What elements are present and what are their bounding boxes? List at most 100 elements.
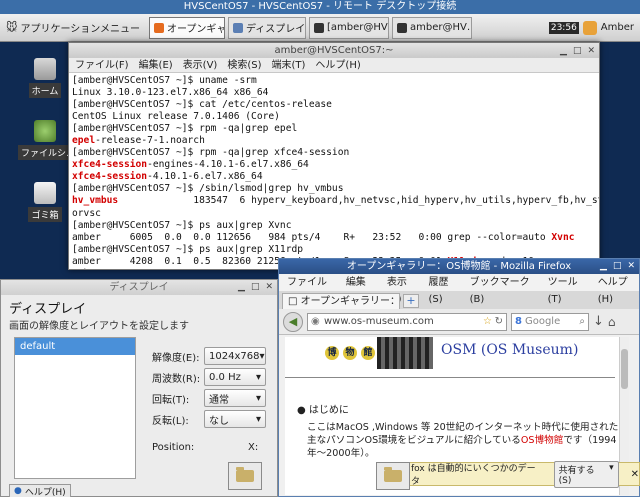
site-title: OSM (OS Museum) [441, 342, 579, 358]
rotation-select[interactable]: 通常 ▾ [204, 389, 266, 407]
taskbar-item-terminal-2[interactable]: amber@HV… [391, 16, 472, 39]
help-icon: ● [14, 486, 22, 496]
menu-bookmarks[interactable]: ブックマーク(B) [470, 274, 538, 305]
menu-tools[interactable]: ツール(T) [548, 274, 588, 305]
menu-history[interactable]: 履歴(S) [428, 274, 459, 305]
scrollbar-thumb[interactable] [621, 349, 628, 389]
bookmark-star-icon[interactable]: ☆ [483, 314, 492, 330]
terminal-text: [amber@HVSCentOS7 ~]$ rpm -qa|grep epel [72, 123, 298, 135]
resolution-value: 1024x768 [209, 350, 260, 362]
display-settings-icon [232, 22, 243, 33]
applications-menu-label: アプリケーションメニュー [20, 24, 140, 35]
refresh-rate-label: 周波数(R): [152, 373, 201, 385]
resolution-select[interactable]: 1024x768 ▾ [204, 347, 266, 365]
terminal-icon [313, 22, 324, 33]
menu-edit[interactable]: 編集(E) [139, 58, 173, 72]
menu-terminal[interactable]: 端末(T) [272, 58, 306, 72]
os-museum-link[interactable]: OS博物館 [521, 435, 563, 446]
menu-help[interactable]: ヘルプ(H) [315, 58, 360, 72]
terminal-text: orvsc [72, 207, 101, 219]
close-icon[interactable]: ✕ [587, 44, 595, 59]
firefox-menubar: ファイル(F) 編集(E) 表示(V) 履歴(S) ブックマーク(B) ツール(… [279, 274, 639, 305]
search-box[interactable]: 8 Google ⌕ [511, 312, 589, 331]
desktop-icon-label: ホーム [28, 83, 62, 98]
terminal-line: [amber@HVSCentOS7 ~]$ cat /etc/centos-re… [72, 99, 596, 111]
help-button[interactable]: ● ヘルプ(H) [9, 484, 71, 497]
home-folder-icon [34, 58, 56, 80]
new-tab-button[interactable]: + [403, 294, 419, 308]
menu-file[interactable]: ファイル(F) [75, 58, 129, 72]
terminal-title: amber@HVSCentOS7:~ [274, 45, 394, 56]
minimize-icon[interactable]: ▁ [238, 280, 245, 295]
terminal-highlight: epel [72, 135, 96, 147]
desktop-icon-filesystem[interactable]: ファイルシ… [18, 120, 79, 160]
minimize-icon[interactable]: ▁ [600, 259, 607, 274]
search-placeholder: Google [524, 315, 561, 327]
close-icon[interactable]: ✕ [265, 280, 273, 295]
chevron-down-icon: ▾ [259, 350, 265, 362]
menu-search[interactable]: 検索(S) [227, 58, 261, 72]
reflection-select[interactable]: なし ▾ [204, 410, 266, 428]
intro-line-2b: です（1994 [563, 435, 617, 446]
menu-edit[interactable]: 編集(E) [346, 274, 377, 305]
close-icon[interactable]: ✕ [627, 259, 635, 274]
terminal-window[interactable]: amber@HVSCentOS7:~ ▁ □ ✕ ファイル(F) 編集(E) 表… [68, 42, 600, 270]
rotation-value: 通常 [209, 394, 229, 406]
url-bar[interactable]: ◉ www.os-museum.com ☆ ↻ [307, 312, 507, 331]
terminal-titlebar[interactable]: amber@HVSCentOS7:~ ▁ □ ✕ [69, 43, 599, 58]
minimize-icon[interactable]: ▁ [560, 44, 567, 59]
taskbar-item-firefox[interactable]: オープンギャ… [148, 16, 225, 39]
desktop-icon-trash[interactable]: ゴミ箱 [18, 182, 72, 222]
terminal-output[interactable]: [amber@HVSCentOS7 ~]$ uname -srm Linux 3.… [69, 73, 599, 269]
maximize-icon[interactable]: □ [573, 44, 582, 59]
bullet-icon: ● [297, 405, 306, 416]
menu-view[interactable]: 表示(V) [387, 274, 419, 305]
minimized-folder-2[interactable] [376, 462, 410, 490]
search-icon[interactable]: ⌕ [579, 314, 585, 330]
intro-paragraph: ここはMacOS ,Windows 等 20世紀のインターネット時代に使用された… [307, 421, 625, 460]
intro-heading: ● はじめに [297, 401, 349, 416]
menu-view[interactable]: 表示(V) [183, 58, 218, 72]
back-arrow-icon[interactable]: ◀ [283, 311, 303, 332]
share-button[interactable]: 共有する(S) ▾ [553, 460, 619, 488]
menu-help[interactable]: ヘルプ(H) [598, 274, 639, 305]
desktop-icon-label: ゴミ箱 [28, 207, 62, 222]
reload-icon[interactable]: ↻ [495, 314, 503, 330]
panel-clock[interactable]: 23:56 [548, 21, 579, 34]
site-logo-kanji: 博 [325, 346, 339, 360]
terminal-text: [amber@HVSCentOS7 ~]$ rpm -qa|grep xfce4… [72, 147, 350, 159]
terminal-text: CentOS Linux release 7.0.1406 (Core) [72, 111, 280, 123]
minimized-folder-1[interactable] [228, 462, 262, 490]
desktop-icon-home[interactable]: ホーム [18, 58, 72, 98]
refresh-rate-select[interactable]: 0.0 Hz ▾ [204, 368, 266, 386]
close-icon[interactable]: ✕ [631, 469, 639, 480]
firefox-titlebar[interactable]: オープンギャラリー：OS博物館 - Mozilla Firefox ▁ □ ✕ [279, 259, 639, 274]
display-list[interactable]: default [14, 337, 136, 479]
top-panel: 🐭 アプリケーションメニュー オープンギャ… ディスプレイ [amber@HV…… [0, 14, 640, 42]
intro-line-2a: 主なパソコンOS環境をビジュアルに紹介している [307, 435, 521, 446]
maximize-icon[interactable]: □ [251, 280, 260, 295]
menu-file[interactable]: ファイル(F) [287, 274, 336, 305]
maximize-icon[interactable]: □ [613, 259, 622, 274]
help-button-label: ヘルプ(H) [24, 487, 66, 497]
applications-menu-button[interactable]: 🐭 アプリケーションメニュー [0, 16, 146, 40]
terminal-line: [amber@HVSCentOS7 ~]$ uname -srm [72, 75, 596, 87]
taskbar-item-display[interactable]: ディスプレイ [227, 16, 306, 39]
intro-heading-text: はじめに [308, 405, 349, 416]
user-avatar-icon [582, 20, 597, 35]
terminal-text: [amber@HVSCentOS7 ~]$ uname -srm [72, 75, 257, 86]
user-menu-label[interactable]: Amber [601, 22, 634, 33]
google-icon: 8 [515, 315, 522, 327]
terminal-line: epel-release-7-1.noarch [72, 135, 596, 147]
display-titlebar[interactable]: ディスプレイ ▁ □ ✕ [1, 280, 277, 295]
taskbar-item-label: [amber@HV… [326, 22, 388, 33]
reflection-label: 反転(L): [152, 415, 189, 427]
taskbar-item-terminal-1[interactable]: [amber@HV… [308, 16, 389, 39]
tab-os-museum[interactable]: □ オープンギャラリー：OS博物館 [282, 293, 400, 309]
chevron-down-icon: ▾ [255, 413, 261, 425]
display-list-item[interactable]: default [15, 338, 135, 355]
folder-icon [236, 467, 254, 482]
chevron-down-icon: ▾ [255, 371, 261, 383]
home-icon[interactable]: ⌂ [608, 315, 616, 329]
download-icon[interactable]: ↓ [593, 314, 604, 329]
